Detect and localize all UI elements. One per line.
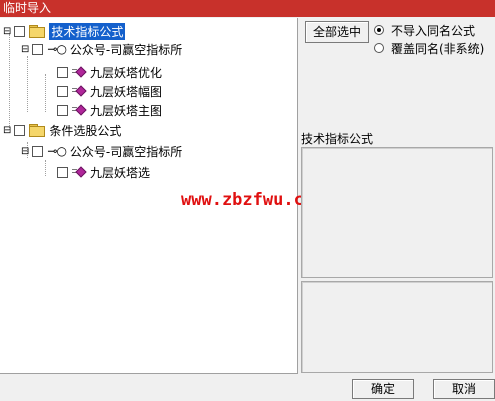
tree-node-label[interactable]: 公众号-司赢空指标所 [70, 143, 182, 160]
description-box[interactable] [301, 147, 493, 278]
tree-checkbox[interactable] [14, 124, 26, 136]
tree-node-label[interactable]: 九层妖塔优化 [90, 64, 162, 81]
tree-expander-icon[interactable]: ⊟ [21, 44, 29, 55]
key-icon: ⊸○ [47, 144, 67, 158]
tree-node-label[interactable]: 九层妖塔选 [90, 164, 150, 181]
tree-expander-icon[interactable]: ⊟ [21, 146, 29, 157]
tree-node-item[interactable]: 九层妖塔优化 [57, 63, 162, 81]
tree-node-label[interactable]: 九层妖塔主图 [90, 102, 162, 119]
key-icon: ⊸○ [47, 42, 67, 56]
tree-node-label[interactable]: 九层妖塔幅图 [90, 83, 162, 100]
radio-label[interactable]: 不导入同名公式 [391, 22, 475, 39]
ok-button[interactable]: 确定 [352, 379, 414, 399]
tree-checkbox[interactable] [32, 43, 44, 55]
formula-icon [72, 85, 86, 97]
details-label: 技术指标公式 [301, 132, 374, 146]
tree-checkbox[interactable] [57, 85, 68, 97]
window-title-bar: 临时导入 [0, 0, 495, 17]
radio-overwrite[interactable]: 覆盖同名(非系统) [374, 40, 484, 56]
tree-line [9, 34, 10, 130]
tree-checkbox[interactable] [57, 66, 68, 78]
formula-icon [72, 66, 86, 78]
tree-node-group1[interactable]: ⊟ ⊸○ 公众号-司赢空指标所 [21, 40, 182, 58]
tree-line [45, 160, 46, 176]
tree-checkbox[interactable] [57, 166, 68, 178]
tree-line [27, 56, 28, 112]
tree-expander-icon[interactable]: ⊟ [3, 26, 11, 37]
tree-checkbox[interactable] [14, 25, 26, 37]
folder-icon [29, 124, 46, 137]
radio-button-icon[interactable] [374, 43, 384, 53]
tree-checkbox[interactable] [32, 145, 44, 157]
radio-button-icon[interactable] [374, 25, 384, 35]
formula-icon [72, 104, 86, 116]
tree-line [45, 74, 46, 112]
tree-node-label[interactable]: 公众号-司赢空指标所 [70, 41, 182, 58]
window-title: 临时导入 [3, 1, 52, 15]
select-all-button[interactable]: 全部选中 [305, 21, 369, 43]
cancel-button[interactable]: 取消 [433, 379, 495, 399]
radio-skip-duplicates[interactable]: 不导入同名公式 [374, 22, 475, 38]
preview-box[interactable] [301, 281, 493, 373]
tree-node-item[interactable]: 九层妖塔主图 [57, 101, 162, 119]
tree-node-item[interactable]: 九层妖塔幅图 [57, 82, 162, 100]
radio-label[interactable]: 覆盖同名(非系统) [391, 40, 484, 57]
tree-expander-icon[interactable]: ⊟ [3, 125, 11, 136]
tree-node-root1[interactable]: ⊟ 技术指标公式 [3, 22, 126, 40]
tree-node-item[interactable]: 九层妖塔选 [57, 163, 150, 181]
folder-icon [29, 25, 46, 38]
tree-checkbox[interactable] [57, 104, 68, 116]
tree-node-root2[interactable]: ⊟ 条件选股公式 [3, 121, 121, 139]
tree-node-group2[interactable]: ⊟ ⊸○ 公众号-司赢空指标所 [21, 142, 182, 160]
tree-node-label[interactable]: 条件选股公式 [49, 122, 121, 139]
tree-node-label[interactable]: 技术指标公式 [49, 22, 126, 40]
formula-icon [72, 166, 86, 178]
